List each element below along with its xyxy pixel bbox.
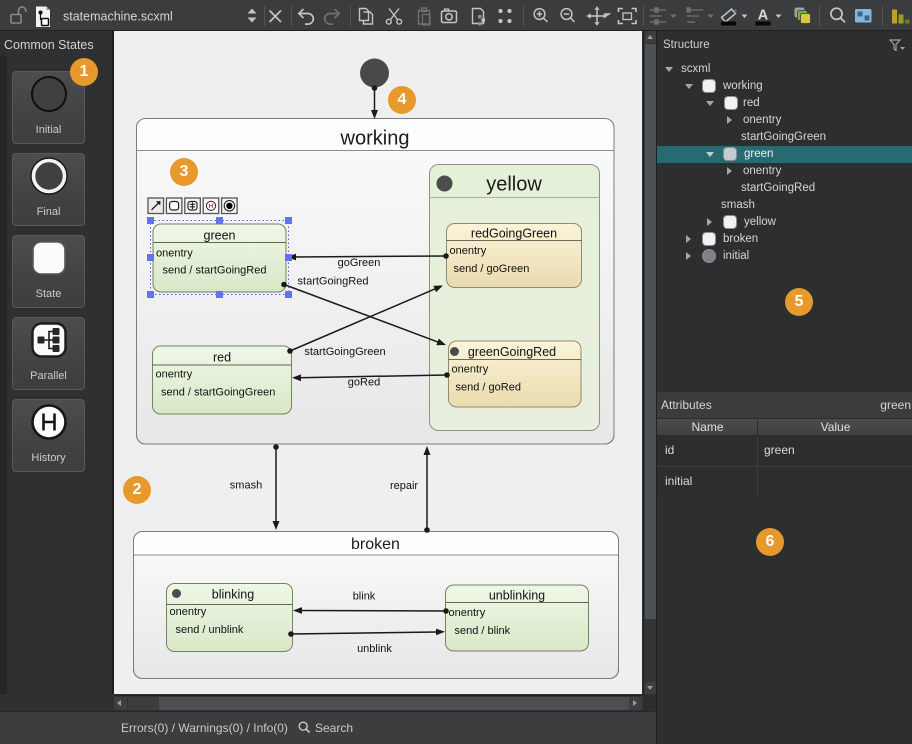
svg-text:onentry: onentry (156, 248, 193, 260)
svg-text:unblinking: unblinking (489, 589, 545, 603)
svg-text:red: red (213, 351, 231, 365)
svg-text:goGreen: goGreen (338, 257, 381, 269)
svg-text:repair: repair (390, 480, 418, 492)
svg-text:goRed: goRed (348, 377, 380, 389)
svg-text:onentry: onentry (170, 606, 207, 618)
svg-text:onentry: onentry (449, 607, 486, 619)
svg-text:onentry: onentry (450, 245, 487, 257)
svg-text:green: green (204, 229, 236, 243)
svg-text:send / blink: send / blink (455, 625, 511, 637)
svg-text:unblink: unblink (357, 643, 392, 655)
svg-text:statemachine.scxml: statemachine.scxml (63, 10, 173, 24)
svg-text:send / unblink: send / unblink (176, 624, 244, 636)
svg-text:smash: smash (230, 480, 262, 492)
svg-text:broken: broken (351, 536, 400, 553)
svg-text:A: A (758, 8, 769, 24)
svg-text:blinking: blinking (212, 588, 254, 602)
svg-text:blink: blink (353, 591, 376, 603)
svg-text:send / startGoingGreen: send / startGoingGreen (161, 387, 275, 399)
svg-text:startGoingRed: startGoingRed (298, 276, 369, 288)
svg-text:send / goRed: send / goRed (456, 382, 521, 394)
svg-text:yellow: yellow (486, 174, 542, 196)
svg-text:working: working (340, 128, 410, 150)
svg-text:redGoingGreen: redGoingGreen (471, 227, 557, 241)
svg-text:onentry: onentry (452, 364, 489, 376)
svg-text:send / startGoingRed: send / startGoingRed (163, 265, 267, 277)
svg-text:startGoingGreen: startGoingGreen (304, 346, 385, 358)
svg-text:send / goGreen: send / goGreen (454, 263, 530, 275)
svg-text:onentry: onentry (156, 369, 193, 381)
svg-text:greenGoingRed: greenGoingRed (468, 345, 556, 359)
